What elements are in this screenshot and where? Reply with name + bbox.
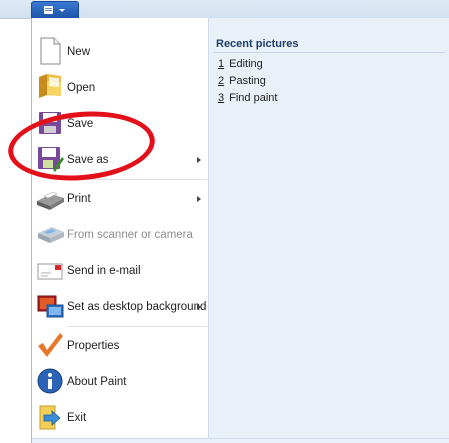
menu-commands: New Open Save Save as Print From scanner… (32, 18, 208, 443)
menu-item-label: Save (67, 118, 94, 130)
save-disk-icon (35, 108, 65, 138)
recent-item-label: Find paint (229, 92, 278, 104)
menu-item-exit[interactable]: Exit (32, 400, 208, 436)
email-icon (35, 255, 65, 285)
menu-item-label: Exit (67, 412, 87, 424)
recent-item[interactable]: 2 Pasting (218, 75, 266, 87)
menu-item-about-paint[interactable]: About Paint (32, 364, 208, 400)
menu-document-icon (44, 6, 53, 14)
separator (214, 52, 445, 53)
menu-item-label: Print (67, 193, 91, 205)
recent-item-number: 1 (218, 58, 225, 70)
open-folder-icon (35, 72, 65, 102)
menu-item-label: Open (67, 82, 96, 94)
menu-item-open[interactable]: Open (32, 70, 208, 106)
title-bar (0, 0, 449, 19)
menu-item-label: Properties (67, 340, 120, 352)
recent-item-number: 2 (218, 75, 225, 87)
recent-item-label: Editing (229, 58, 263, 70)
desktop-background-icon (35, 291, 65, 321)
menu-item-send-email[interactable]: Send in e-mail (32, 253, 208, 289)
separator (67, 326, 207, 327)
menu-item-label: New (67, 46, 91, 58)
recent-item[interactable]: 3 Find paint (218, 92, 277, 104)
recent-item-number: 3 (218, 92, 225, 104)
menu-item-save-as[interactable]: Save as (32, 142, 208, 178)
menu-item-new[interactable]: New (32, 34, 208, 70)
menu-item-label: Save as (67, 154, 109, 166)
menu-item-label: Set as desktop background (67, 301, 207, 313)
menu-item-label: About Paint (67, 376, 127, 388)
menu-item-properties[interactable]: Properties (32, 328, 208, 364)
recent-item-label: Pasting (229, 75, 266, 87)
recent-pictures-panel: Recent pictures 1 Editing 2 Pasting 3 Find … (208, 18, 449, 439)
submenu-arrow-icon (197, 157, 201, 163)
menu-item-print[interactable]: Print (32, 181, 208, 217)
exit-icon (35, 402, 65, 432)
menu-item-from-scanner: From scanner or camera (32, 217, 208, 253)
recent-item[interactable]: 1 Editing (218, 58, 263, 70)
menu-item-label: Send in e-mail (67, 265, 141, 277)
new-document-icon (35, 36, 65, 66)
menu-item-save[interactable]: Save (32, 106, 208, 142)
separator (67, 179, 207, 180)
scanner-icon (35, 219, 65, 249)
menu-bottom-border (32, 438, 449, 443)
info-icon (35, 366, 65, 396)
paint-menu-button[interactable] (31, 1, 79, 18)
recent-pictures-header: Recent pictures (216, 38, 299, 50)
dropdown-arrow-icon (59, 9, 65, 12)
menu-item-label: From scanner or camera (67, 229, 193, 241)
printer-icon (35, 183, 65, 213)
file-menu: New Open Save Save as Print From scanner… (31, 18, 449, 443)
submenu-arrow-icon (197, 196, 201, 202)
save-as-icon (35, 144, 65, 174)
checkmark-icon (35, 330, 65, 360)
menu-item-set-desktop-background[interactable]: Set as desktop background (32, 289, 208, 325)
submenu-arrow-icon (197, 304, 201, 310)
